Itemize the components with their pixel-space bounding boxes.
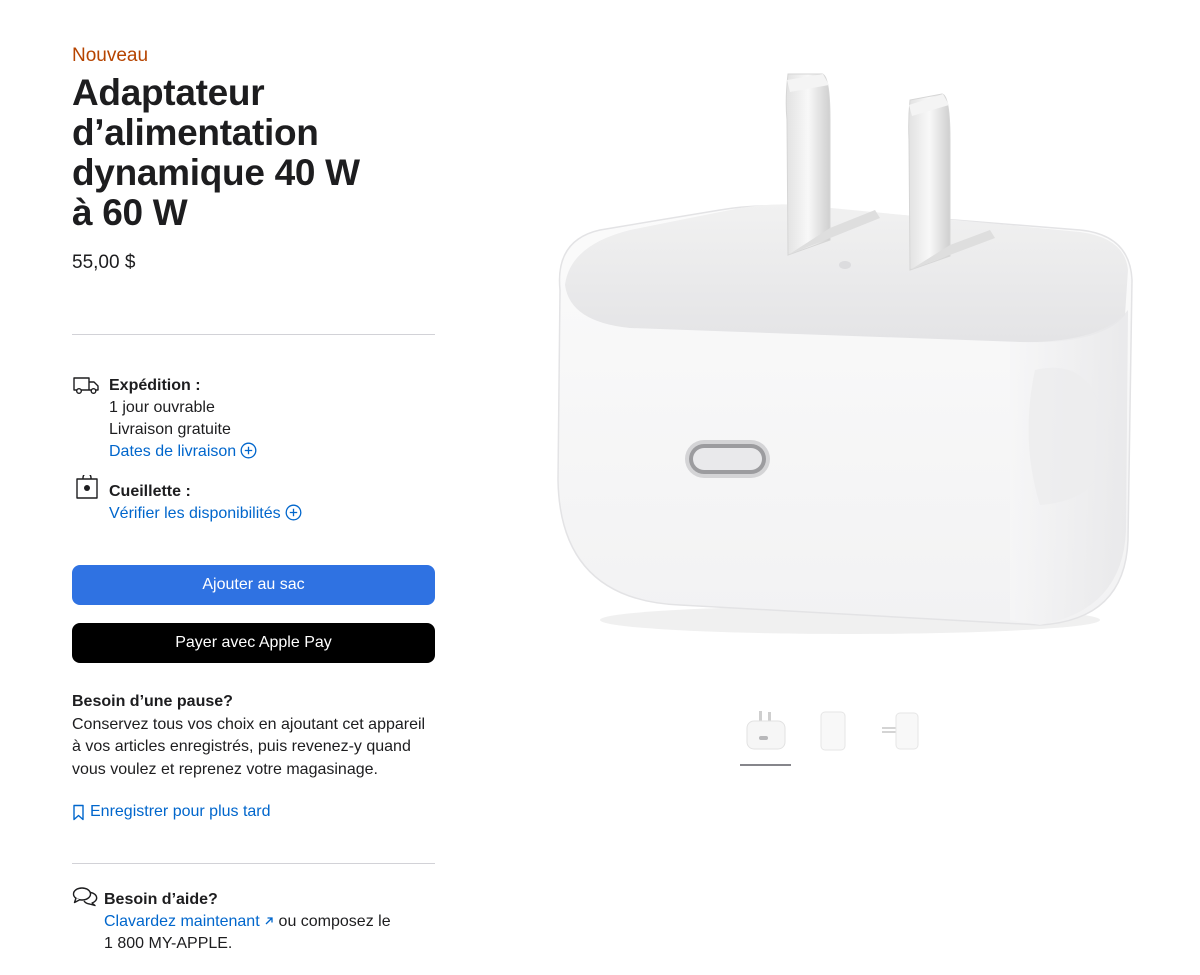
- product-title-line: à 60 W: [72, 192, 188, 233]
- thumbnail-front[interactable]: [740, 705, 790, 755]
- divider: [72, 863, 435, 864]
- shipping-cost: Livraison gratuite: [109, 421, 231, 438]
- save-for-later-link[interactable]: Enregistrer pour plus tard: [72, 801, 435, 823]
- product-title-line: dynamique 40 W: [72, 152, 360, 193]
- chat-now-link[interactable]: Clavardez maintenant: [104, 913, 274, 930]
- check-availability-link[interactable]: Vérifier les disponibilités: [109, 503, 435, 525]
- new-badge: Nouveau: [72, 45, 149, 66]
- product-title-line: d’alimentation: [72, 112, 319, 153]
- thumbnail-side-image: [820, 711, 846, 751]
- save-for-later-section: Besoin d’une pause? Conservez tous vos c…: [72, 691, 435, 781]
- help-text: Clavardez maintenant ou composez le: [104, 911, 435, 933]
- product-image: [557, 73, 1133, 634]
- check-availability-label: Vérifier les disponibilités: [109, 505, 281, 522]
- apple-pay-button[interactable]: Payer avec Apple Pay: [72, 623, 435, 663]
- call-text: ou composez le: [274, 913, 391, 930]
- plus-circle-icon: [285, 504, 302, 521]
- gallery-thumbnails: [740, 705, 926, 755]
- product-title: Adaptateur d’alimentation dynamique 40 W…: [72, 73, 435, 233]
- add-to-bag-button[interactable]: Ajouter au sac: [72, 565, 435, 605]
- purchase-panel: Nouveau Adaptateur d’alimentation dynami…: [72, 44, 435, 955]
- chat-bubbles-icon: [72, 887, 98, 907]
- shipping-label: Expédition :: [109, 377, 201, 394]
- help-heading: Besoin d’aide?: [104, 891, 218, 908]
- pause-heading: Besoin d’une pause?: [72, 693, 233, 710]
- thumbnail-front-image: [746, 711, 786, 750]
- thumbnail-side[interactable]: [808, 705, 858, 755]
- product-price: 55,00 $: [72, 252, 136, 273]
- pause-body: Conservez tous vos choix en ajoutant cet…: [72, 715, 426, 778]
- divider: [72, 334, 435, 335]
- thumbnail-profile-image: [882, 712, 919, 750]
- pickup-info: Cueillette : Vérifier les disponibilités: [72, 475, 435, 525]
- delivery-dates-link[interactable]: Dates de livraison: [109, 441, 435, 463]
- thumbnail-selected-indicator: [740, 764, 791, 766]
- truck-icon: [73, 377, 99, 394]
- bookmark-icon: [73, 804, 84, 820]
- product-title-line: Adaptateur: [72, 72, 265, 113]
- shipping-info: Expédition : 1 jour ouvrable Livraison g…: [72, 375, 435, 463]
- delivery-dates-label: Dates de livraison: [109, 443, 237, 460]
- help-section: Besoin d’aide? Clavardez maintenant ou c…: [72, 887, 435, 955]
- store-bag-icon: [76, 475, 98, 499]
- shipping-time: 1 jour ouvrable: [109, 399, 215, 416]
- plus-circle-icon: [240, 442, 257, 459]
- chat-now-label: Clavardez maintenant: [104, 913, 260, 930]
- product-page: Nouveau Adaptateur d’alimentation dynami…: [0, 0, 1200, 975]
- thumbnail-profile[interactable]: [876, 705, 926, 755]
- pickup-label: Cueillette :: [109, 483, 191, 500]
- external-arrow-icon: [265, 917, 273, 925]
- phone-number: 1 800 MY-APPLE.: [104, 935, 233, 952]
- save-for-later-label: Enregistrer pour plus tard: [90, 803, 271, 820]
